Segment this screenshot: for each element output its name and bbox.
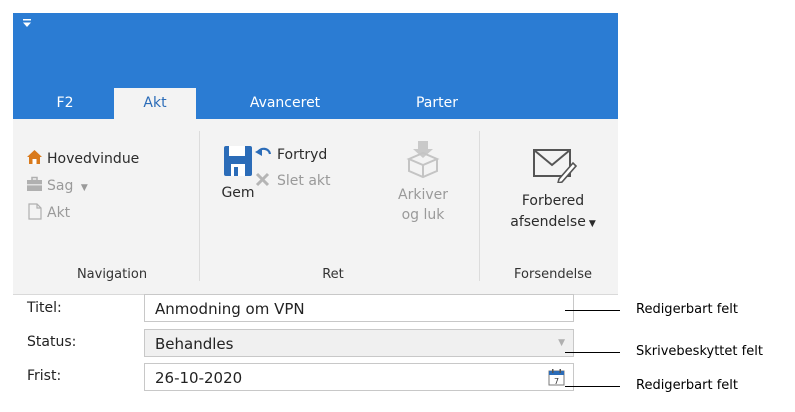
calendar-icon[interactable]: 7	[548, 368, 565, 386]
archive-box-icon	[406, 141, 440, 179]
ret-group-label: Ret	[322, 267, 344, 282]
afsendelse-label: afsendelse	[510, 214, 586, 230]
tab-avanceret[interactable]: Avanceret	[240, 88, 330, 119]
delete-icon	[255, 172, 270, 187]
ribbon-tabs: F2 Akt Avanceret Parter	[13, 88, 618, 119]
gem-button[interactable]: Gem	[218, 144, 258, 201]
og-luk-label: og luk	[401, 207, 445, 223]
status-callout-line	[565, 352, 620, 353]
arkiver-og-luk-button[interactable]: Arkiver og luk	[393, 139, 453, 225]
chevron-down-icon: ▼	[80, 183, 88, 193]
fortryd-button[interactable]: Fortryd	[255, 146, 327, 163]
titel-callout-line	[565, 310, 620, 311]
document-icon	[28, 203, 42, 220]
undo-icon	[255, 147, 272, 156]
slet-akt-label: Slet akt	[277, 173, 331, 189]
title-bar	[13, 13, 618, 88]
sag-dropdown-button[interactable]: Sag ▼	[26, 176, 88, 194]
forbered-afsendelse-button[interactable]: Forbered afsendelse ▼	[491, 141, 615, 235]
group-divider	[479, 131, 480, 281]
frist-callout: Redigerbart felt	[636, 378, 738, 393]
case-icon	[27, 176, 42, 191]
status-label: Status:	[27, 334, 77, 350]
group-divider	[199, 131, 200, 281]
svg-text:7: 7	[554, 377, 559, 386]
status-field: Behandles ▼	[144, 329, 574, 357]
quick-access-dropdown-icon[interactable]	[23, 19, 32, 31]
hovedvindue-button[interactable]: Hovedvindue	[26, 149, 139, 167]
sag-label: Sag	[47, 178, 74, 194]
titel-row: Titel: Anmodning om VPN	[13, 293, 618, 327]
status-callout: Skrivebeskyttet felt	[636, 344, 763, 359]
forsendelse-group-label: Forsendelse	[514, 267, 592, 282]
ribbon: Hovedvindue Sag ▼ Akt Navigation Gem For…	[13, 119, 618, 295]
akt-label: Akt	[47, 205, 71, 221]
save-icon	[224, 146, 252, 176]
home-icon	[27, 150, 42, 164]
frist-field[interactable]: 26-10-2020 7	[144, 363, 574, 391]
arkiver-label: Arkiver	[398, 187, 448, 203]
tab-parter[interactable]: Parter	[407, 88, 467, 119]
hovedvindue-label: Hovedvindue	[47, 151, 140, 167]
tab-akt[interactable]: Akt	[114, 88, 196, 119]
dropdown-arrow-icon: ▼	[558, 338, 565, 348]
tab-f2[interactable]: F2	[40, 88, 90, 119]
akt-button[interactable]: Akt	[26, 203, 70, 221]
frist-label: Frist:	[27, 368, 62, 384]
forbered-label: Forbered	[521, 193, 585, 209]
fortryd-label: Fortryd	[277, 147, 328, 163]
app-window: F2 Akt Avanceret Parter Hovedvindue Sag …	[13, 13, 618, 398]
slet-akt-button[interactable]: Slet akt	[255, 172, 331, 189]
navigation-group-label: Navigation	[76, 267, 148, 282]
titel-label: Titel:	[27, 300, 62, 316]
status-value: Behandles	[155, 335, 234, 353]
gem-label: Gem	[221, 185, 255, 201]
frist-callout-line	[565, 386, 620, 387]
chevron-down-icon: ▼	[588, 219, 596, 229]
status-row: Status: Behandles ▼	[13, 327, 618, 361]
frist-row: Frist: 26-10-2020 7	[13, 361, 618, 395]
envelope-pencil-icon	[533, 149, 578, 185]
titel-field[interactable]: Anmodning om VPN	[144, 294, 574, 322]
titel-value: Anmodning om VPN	[155, 300, 305, 318]
titel-callout: Redigerbart felt	[636, 302, 738, 317]
frist-value: 26-10-2020	[155, 369, 243, 387]
